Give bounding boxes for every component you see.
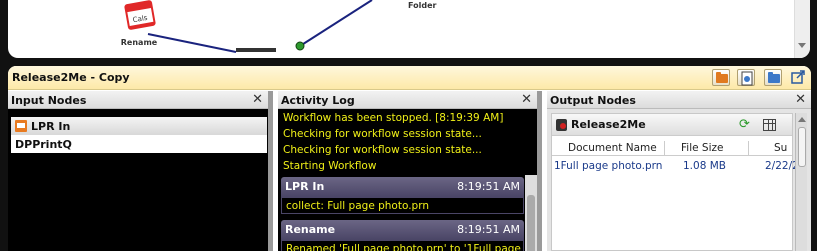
- log-line: Starting Workflow: [283, 160, 377, 172]
- workflow-canvas[interactable]: Cals Rename Folder: [8, 0, 810, 58]
- popout-icon: [791, 70, 805, 84]
- log-entry-message: Renamed 'Full page photo.prn' to '1Full …: [281, 240, 524, 251]
- activity-log-scrollbar[interactable]: [525, 175, 537, 251]
- folder-blue-icon: [768, 72, 780, 83]
- columns-grid-icon[interactable]: [763, 119, 776, 131]
- input-node-dpprintq[interactable]: DPPrintQ: [11, 135, 267, 153]
- log-entry-node: Rename: [285, 223, 336, 236]
- workflow-panel: Release2Me - Copy Input Nodes ✕ LPR In D…: [8, 66, 811, 251]
- folder-node-label: Folder: [408, 1, 437, 10]
- output-scrollbar[interactable]: [795, 113, 807, 251]
- scroll-up-arrow-icon[interactable]: [798, 117, 806, 122]
- activity-log-title: Activity Log: [281, 94, 355, 107]
- table-cell-date: 2/22/2: [765, 160, 799, 172]
- log-entry-message: collect: Full page photo.prn: [281, 197, 524, 214]
- log-line: Workflow has been stopped. [8:19:39 AM]: [283, 112, 504, 124]
- activity-log-header: Activity Log ✕: [278, 91, 537, 109]
- rename-node-label: Rename: [120, 38, 158, 47]
- output-card-title: Release2Me: [571, 118, 646, 131]
- table-cell-document-name[interactable]: 1Full page photo.prn: [554, 160, 662, 172]
- scroll-down-arrow-icon[interactable]: [798, 43, 806, 48]
- input-nodes-header: Input Nodes ✕: [8, 91, 268, 109]
- partial-node-icon: [236, 48, 276, 52]
- table-cell-file-size: 1.08 MB: [683, 160, 726, 172]
- output-node-card: Release2Me ⟳ Document Name File Size Su …: [551, 113, 799, 251]
- folder-orange-icon: [716, 72, 728, 83]
- input-node-label: LPR In: [31, 120, 71, 133]
- connector-node-dot: [295, 41, 305, 51]
- printer-icon: [15, 120, 27, 132]
- panel-title-bar: Release2Me - Copy: [8, 66, 811, 90]
- canvas-scrollbar[interactable]: [794, 0, 810, 58]
- folder-button[interactable]: [764, 69, 782, 86]
- input-node-label: DPPrintQ: [15, 138, 72, 151]
- output-nodes-title: Output Nodes: [550, 94, 636, 107]
- refresh-icon[interactable]: ⟳: [739, 117, 750, 132]
- open-folder-button[interactable]: [712, 69, 730, 86]
- close-icon[interactable]: ✕: [795, 92, 806, 107]
- popout-button[interactable]: [790, 69, 808, 86]
- column-header-file-size[interactable]: File Size: [681, 142, 723, 154]
- column-divider[interactable]: [748, 141, 749, 155]
- column-header-document-name[interactable]: Document Name: [568, 142, 657, 154]
- close-icon[interactable]: ✕: [252, 92, 263, 107]
- input-nodes-pane: Input Nodes ✕ LPR In DPPrintQ: [8, 91, 273, 251]
- log-entry-header: Rename 8:19:51 AM: [281, 220, 524, 240]
- log-entry-header: LPR In 8:19:51 AM: [281, 177, 524, 197]
- column-divider[interactable]: [664, 141, 665, 155]
- input-nodes-list: LPR In DPPrintQ: [8, 109, 268, 251]
- gear-document-icon: [741, 71, 753, 86]
- column-header-submitted[interactable]: Su: [774, 142, 787, 154]
- close-icon[interactable]: ✕: [521, 92, 532, 107]
- release-icon: [556, 119, 567, 131]
- panel-title: Release2Me - Copy: [12, 71, 130, 84]
- rename-icon: Cals: [120, 0, 158, 34]
- header-divider: [552, 155, 792, 156]
- scrollbar-thumb[interactable]: [798, 127, 806, 167]
- log-entry-time: 8:19:51 AM: [457, 180, 520, 193]
- input-node-lpr-in[interactable]: LPR In: [11, 117, 267, 135]
- activity-log-pane: Activity Log ✕ Workflow has been stopped…: [278, 91, 542, 251]
- log-entry-node: LPR In: [285, 180, 325, 193]
- scrollbar-thumb[interactable]: [527, 195, 535, 251]
- settings-document-button[interactable]: [737, 69, 755, 86]
- output-nodes-body: Release2Me ⟳ Document Name File Size Su …: [547, 109, 811, 251]
- output-card-header: Release2Me ⟳: [552, 114, 792, 136]
- output-nodes-header: Output Nodes ✕: [547, 91, 811, 109]
- log-entry-time: 8:19:51 AM: [457, 223, 520, 236]
- activity-log-body: Workflow has been stopped. [8:19:39 AM] …: [278, 109, 537, 251]
- rename-node[interactable]: Cals Rename: [116, 0, 162, 47]
- output-nodes-pane: Output Nodes ✕ Release2Me ⟳ Document Nam…: [547, 91, 811, 251]
- log-line: Checking for workflow session state...: [283, 128, 482, 140]
- input-nodes-title: Input Nodes: [11, 94, 87, 107]
- log-line: Checking for workflow session state...: [283, 144, 482, 156]
